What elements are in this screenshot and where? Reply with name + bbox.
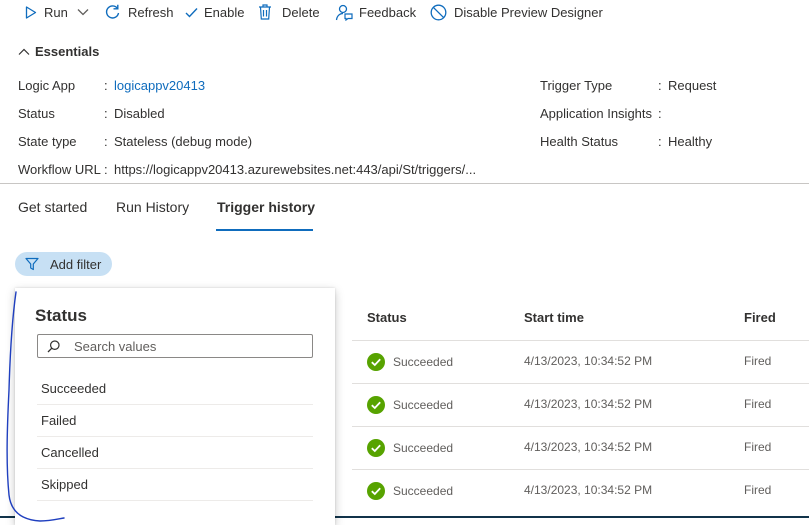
separator: : [658, 78, 662, 93]
delete-button[interactable]: Delete [258, 0, 320, 24]
refresh-label: Refresh [128, 4, 174, 20]
separator: : [104, 106, 108, 121]
refresh-icon [105, 4, 120, 19]
status-label: Status [18, 106, 55, 121]
chevron-up-icon [18, 48, 30, 55]
filter-option-cancelled[interactable]: Cancelled [37, 437, 313, 469]
workflow-url-value: https://logicappv20413.azurewebsites.net… [114, 162, 477, 177]
disable-preview-label: Disable Preview Designer [454, 4, 603, 20]
health-status-label: Health Status [540, 134, 619, 149]
status-text: Succeeded [393, 398, 454, 412]
app-insights-label: Application Insights [540, 106, 653, 121]
trash-icon [259, 4, 271, 20]
refresh-button[interactable]: Refresh [104, 0, 174, 24]
column-header-status[interactable]: Status [367, 310, 407, 325]
fired-cell: Fired [744, 397, 772, 411]
fired-cell: Fired [744, 354, 772, 368]
enable-label: Enable [204, 4, 245, 20]
success-check-icon [367, 482, 385, 500]
feedback-label: Feedback [359, 4, 417, 20]
essentials-divider [0, 183, 809, 184]
run-button[interactable]: Run [25, 0, 89, 24]
separator: : [104, 134, 108, 149]
enable-button[interactable]: Enable [185, 0, 244, 24]
filter-icon [25, 257, 39, 271]
logic-app-link[interactable]: logicappv20413 [114, 78, 205, 93]
hand-drawn-annotation [6, 291, 65, 522]
play-icon [25, 5, 37, 19]
success-check-icon [367, 439, 385, 457]
filter-option-skipped[interactable]: Skipped [37, 469, 313, 501]
status-cell: Succeeded [367, 353, 453, 371]
state-type-label: State type [18, 134, 77, 149]
delete-label: Delete [282, 4, 320, 20]
status-cell: Succeeded [367, 439, 453, 457]
column-header-fired[interactable]: Fired [744, 310, 776, 325]
status-cell: Succeeded [367, 396, 453, 414]
row-divider [352, 340, 809, 341]
checkmark-icon [185, 7, 198, 18]
search-values-input[interactable] [74, 338, 294, 354]
column-header-start-time[interactable]: Start time [524, 310, 584, 325]
status-text: Succeeded [393, 441, 454, 455]
tab-run-history[interactable]: Run History [116, 199, 189, 215]
command-bar: Run Refresh Enable Delete Feedback Disab… [0, 0, 809, 24]
state-type-value: Stateless (debug mode) [114, 134, 253, 149]
feedback-button[interactable]: Feedback [335, 0, 416, 24]
start-time-cell: 4/13/2023, 10:34:52 PM [524, 397, 653, 411]
block-icon [430, 4, 447, 20]
feedback-icon [335, 4, 353, 21]
essentials-toggle[interactable]: Essentials [18, 44, 99, 59]
disable-preview-designer-button[interactable]: Disable Preview Designer [430, 0, 603, 24]
tab-trigger-history[interactable]: Trigger history [217, 199, 315, 215]
status-cell: Succeeded [367, 482, 453, 500]
logic-app-label: Logic App [18, 78, 76, 93]
trigger-type-value: Request [668, 78, 717, 93]
row-divider [352, 383, 809, 384]
tab-get-started[interactable]: Get started [18, 199, 87, 215]
run-label: Run [44, 4, 68, 20]
trigger-type-label: Trigger Type [540, 78, 613, 93]
separator: : [658, 134, 662, 149]
search-values-box[interactable] [37, 334, 313, 358]
fired-cell: Fired [744, 483, 772, 497]
start-time-cell: 4/13/2023, 10:34:52 PM [524, 483, 653, 497]
add-filter-label: Add filter [50, 256, 102, 272]
start-time-cell: 4/13/2023, 10:34:52 PM [524, 440, 653, 454]
separator: : [104, 162, 108, 177]
start-time-cell: 4/13/2023, 10:34:52 PM [524, 354, 653, 368]
separator: : [658, 106, 662, 121]
fired-cell: Fired [744, 440, 772, 454]
status-value: Disabled [114, 106, 165, 121]
row-divider [352, 426, 809, 427]
success-check-icon [367, 396, 385, 414]
status-text: Succeeded [393, 355, 454, 369]
health-status-value: Healthy [668, 134, 713, 149]
add-filter-button[interactable]: Add filter [15, 252, 112, 276]
essentials-title: Essentials [35, 44, 100, 59]
filter-option-failed[interactable]: Failed [37, 405, 313, 437]
active-tab-indicator [216, 229, 313, 231]
workflow-url-label: Workflow URL [18, 162, 101, 177]
row-divider [352, 469, 809, 470]
status-text: Succeeded [393, 484, 454, 498]
filter-option-succeeded[interactable]: Succeeded [37, 373, 313, 405]
chevron-down-icon [77, 9, 89, 16]
separator: : [104, 78, 108, 93]
success-check-icon [367, 353, 385, 371]
